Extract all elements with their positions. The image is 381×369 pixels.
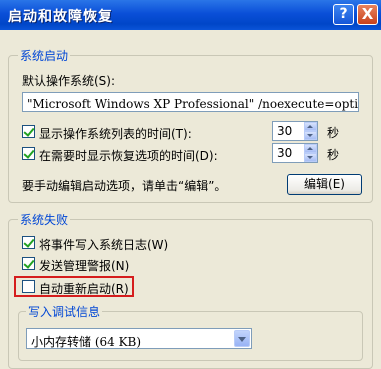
show-os-list-unit: 秒 — [327, 126, 340, 140]
default-os-label: 默认操作系统(S): — [22, 74, 116, 88]
spin-up-icon[interactable] — [304, 144, 317, 153]
failure-group-title: 系统失败 — [18, 211, 71, 228]
help-button[interactable]: ? — [333, 4, 354, 25]
window-title: 启动和故障恢复 — [8, 9, 113, 25]
edit-button[interactable]: 编辑(E) — [287, 174, 362, 195]
auto-restart-checkbox[interactable] — [22, 280, 35, 293]
debug-info-value: 小内存转储 (64 KB) — [31, 335, 142, 349]
spin-down-icon[interactable] — [304, 153, 317, 162]
show-os-list-spinner[interactable]: 30 — [272, 121, 318, 141]
write-event-label: 将事件写入系统日志(W) — [39, 238, 169, 252]
show-recovery-spinner[interactable]: 30 — [272, 143, 318, 163]
send-alert-checkbox[interactable] — [22, 257, 35, 270]
checkmark-icon — [23, 147, 35, 159]
title-bar: 启动和故障恢复 ? X — [0, 0, 381, 30]
show-os-list-value: 30 — [277, 124, 293, 138]
send-alert-label: 发送管理警报(N) — [39, 259, 130, 273]
spin-up-icon[interactable] — [304, 122, 317, 131]
default-os-value: "Microsoft Windows XP Professional" /noe… — [27, 97, 359, 111]
debug-group-title: 写入调试信息 — [26, 303, 103, 320]
debug-info-select[interactable]: 小内存转储 (64 KB) — [26, 328, 252, 349]
startup-group-title: 系统启动 — [18, 47, 71, 64]
dropdown-arrow-icon[interactable] — [234, 330, 250, 347]
show-recovery-label: 在需要时显示恢复选项的时间(D): — [39, 149, 218, 163]
checkmark-icon — [23, 125, 35, 137]
close-button[interactable]: X — [357, 4, 378, 25]
show-recovery-value: 30 — [277, 146, 293, 160]
edit-hint-text: 要手动编辑启动选项，请单击“编辑”。 — [22, 179, 227, 193]
show-recovery-unit: 秒 — [327, 148, 340, 162]
spin-down-icon[interactable] — [304, 131, 317, 140]
checkmark-icon — [23, 257, 35, 269]
show-os-list-checkbox[interactable] — [22, 125, 35, 138]
checkmark-icon — [23, 236, 35, 248]
write-event-checkbox[interactable] — [22, 236, 35, 249]
default-os-select[interactable]: "Microsoft Windows XP Professional" /noe… — [22, 92, 359, 112]
show-os-list-label: 显示操作系统列表的时间(T): — [39, 127, 192, 141]
show-recovery-checkbox[interactable] — [22, 147, 35, 160]
auto-restart-label: 自动重新启动(R) — [39, 282, 129, 296]
